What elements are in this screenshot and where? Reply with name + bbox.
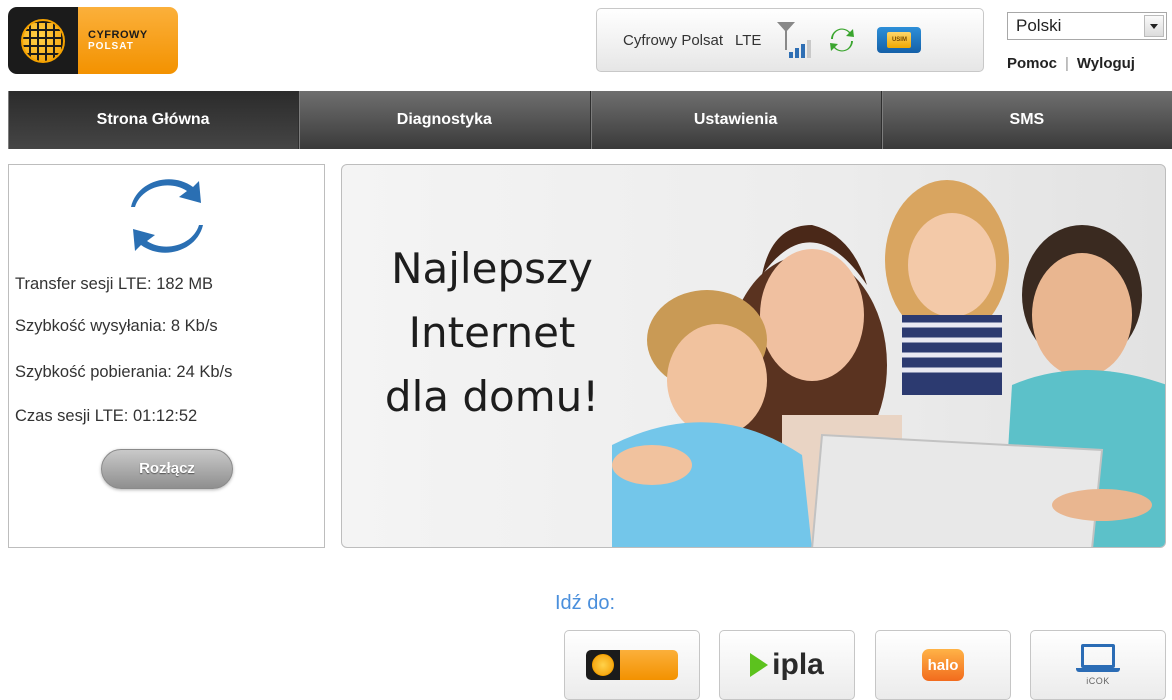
language-select[interactable]: Polski	[1007, 12, 1167, 40]
icok-text: iCOK	[1086, 676, 1110, 686]
sim-label: USIM	[887, 32, 912, 48]
tab-home[interactable]: Strona Główna	[8, 91, 300, 149]
download-speed: Szybkość pobierania: 24 Kb/s	[15, 363, 233, 381]
cyfrowy-polsat-link[interactable]	[564, 630, 700, 700]
network-type: LTE	[735, 31, 762, 49]
session-time: Czas sesji LTE: 01:12:52	[15, 407, 198, 425]
family-photo	[612, 180, 1165, 547]
main-nav: Strona Główna Diagnostyka Ustawienia SMS	[8, 91, 1172, 149]
help-link[interactable]: Pomoc	[1007, 55, 1057, 72]
operator-name: Cyfrowy Polsat	[623, 31, 724, 49]
cyfrowy-polsat-logo-icon	[586, 650, 678, 680]
upload-speed: Szybkość wysyłania: 8 Kb/s	[15, 317, 218, 335]
language-selected-value: Polski	[1016, 16, 1062, 35]
globe-icon	[8, 7, 78, 74]
promo-banner[interactable]: Najlepszy Internet dla domu!	[341, 164, 1166, 548]
ipla-text: ipla	[772, 648, 824, 681]
lte-transfer: Transfer sesji LTE: 182 MB	[15, 275, 214, 293]
banner-line-2: Internet	[408, 308, 576, 357]
top-links: Pomoc | Wyloguj	[1007, 55, 1135, 72]
halo-logo: halo	[922, 649, 964, 681]
icok-link[interactable]: iCOK	[1030, 630, 1166, 700]
tab-sms[interactable]: SMS	[882, 91, 1172, 149]
halo-link[interactable]: halo	[875, 630, 1011, 700]
banner-headline: Najlepszy Internet dla domu!	[372, 237, 612, 429]
refresh-icon[interactable]	[827, 25, 857, 55]
banner-line-1: Najlepszy	[391, 244, 593, 293]
logo-text-line1: CYFROWY	[88, 28, 148, 41]
ipla-link[interactable]: ipla	[719, 630, 855, 700]
connection-panel: Transfer sesji LTE: 182 MB Szybkość wysy…	[8, 164, 325, 548]
connection-status-box: Cyfrowy Polsat LTE USIM	[596, 8, 984, 72]
sync-icon	[131, 179, 203, 253]
play-icon	[750, 653, 769, 677]
laptop-icon: iCOK	[1076, 644, 1120, 686]
signal-icon	[775, 22, 812, 58]
logo-text-line2: POLSAT	[88, 40, 134, 52]
banner-line-3: dla domu!	[384, 372, 600, 421]
tab-settings[interactable]: Ustawienia	[591, 91, 882, 149]
logout-link[interactable]: Wyloguj	[1077, 55, 1135, 72]
link-separator: |	[1065, 55, 1069, 72]
chevron-down-icon[interactable]	[1144, 15, 1164, 37]
usim-card-icon: USIM	[877, 27, 922, 53]
tab-diagnostics[interactable]: Diagnostyka	[299, 91, 591, 149]
cyfrowy-polsat-logo[interactable]: CYFROWY POLSAT	[8, 7, 178, 74]
disconnect-button[interactable]: Rozłącz	[101, 449, 233, 489]
goto-label: Idź do:	[555, 592, 616, 614]
